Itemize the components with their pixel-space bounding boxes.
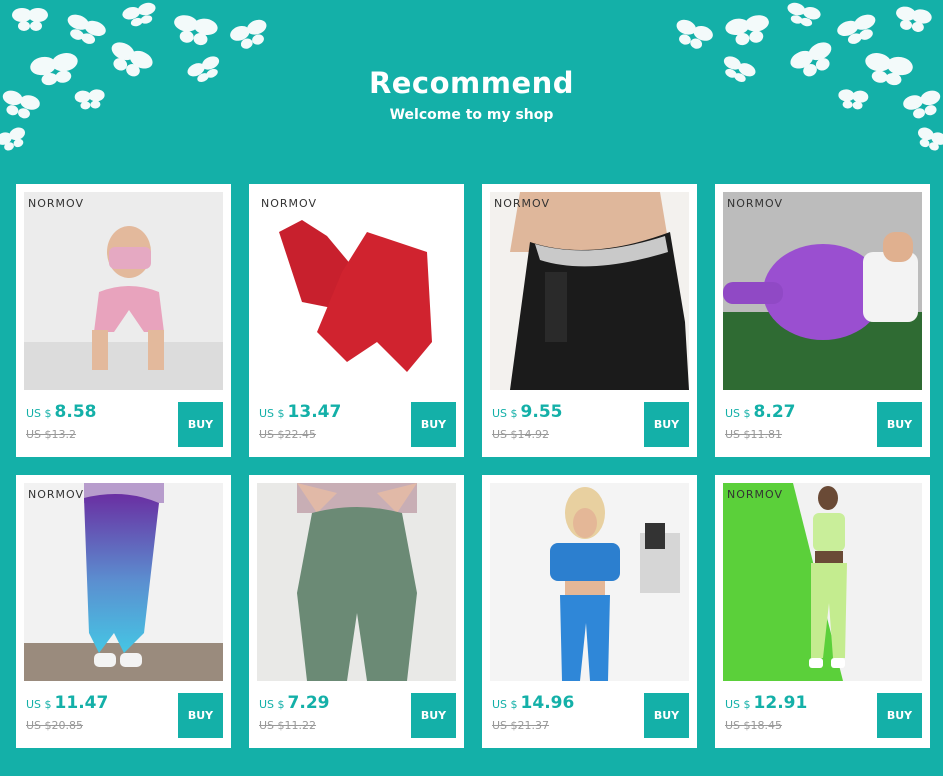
buy-button[interactable]: BUY (178, 693, 223, 738)
sale-price: US $8.27 (725, 402, 796, 422)
sale-price: US $7.29 (259, 693, 330, 713)
buy-button[interactable]: BUY (877, 402, 922, 447)
product-image[interactable] (257, 483, 456, 681)
original-price: US $22.45 (259, 428, 317, 441)
product-image[interactable]: NORMOV (257, 192, 456, 390)
sale-price: US $14.96 (492, 693, 575, 713)
original-price: US $11.81 (725, 428, 783, 441)
product-card[interactable]: NORMOV US $8.27 US $11.81 BUY (715, 184, 930, 457)
product-card[interactable]: US $14.96 US $21.37 BUY (482, 475, 697, 748)
brand-label: NORMOV (727, 488, 784, 501)
original-price: US $20.85 (26, 719, 84, 732)
original-price: US $11.22 (259, 719, 317, 732)
product-card[interactable]: NORMOV US $11.47 US $20.85 BUY (16, 475, 231, 748)
brand-label: NORMOV (727, 197, 784, 210)
original-price: US $18.45 (725, 719, 783, 732)
brand-label: NORMOV (28, 197, 85, 210)
product-image[interactable]: NORMOV (24, 192, 223, 390)
page-title: Recommend (368, 66, 575, 100)
product-card[interactable]: NORMOV US $12.91 US $18.45 BUY (715, 475, 930, 748)
product-image[interactable]: NORMOV (24, 483, 223, 681)
product-image[interactable]: NORMOV (723, 483, 922, 681)
sale-price: US $13.47 (259, 402, 342, 422)
brand-label: NORMOV (494, 197, 551, 210)
shop-header: Recommend Welcome to my shop (0, 0, 943, 170)
product-grid: NORMOV US $8.58 US $13.2 BUY NORMOV US $… (16, 184, 930, 748)
buy-button[interactable]: BUY (644, 693, 689, 738)
buy-button[interactable]: BUY (644, 402, 689, 447)
product-card[interactable]: US $7.29 US $11.22 BUY (249, 475, 464, 748)
original-price: US $21.37 (492, 719, 550, 732)
original-price: US $14.92 (492, 428, 550, 441)
buy-button[interactable]: BUY (411, 693, 456, 738)
sale-price: US $11.47 (26, 693, 109, 713)
product-card[interactable]: NORMOV US $8.58 US $13.2 BUY (16, 184, 231, 457)
original-price: US $13.2 (26, 428, 77, 441)
product-card[interactable]: NORMOV US $9.55 US $14.92 BUY (482, 184, 697, 457)
product-image[interactable]: NORMOV (490, 192, 689, 390)
buy-button[interactable]: BUY (877, 693, 922, 738)
sale-price: US $8.58 (26, 402, 97, 422)
brand-label: NORMOV (28, 488, 85, 501)
sale-price: US $12.91 (725, 693, 808, 713)
page-subtitle: Welcome to my shop (389, 107, 554, 123)
product-image[interactable]: NORMOV (723, 192, 922, 390)
product-image[interactable] (490, 483, 689, 681)
product-card[interactable]: NORMOV US $13.47 US $22.45 BUY (249, 184, 464, 457)
brand-label: NORMOV (261, 197, 318, 210)
sale-price: US $9.55 (492, 402, 563, 422)
buy-button[interactable]: BUY (178, 402, 223, 447)
buy-button[interactable]: BUY (411, 402, 456, 447)
